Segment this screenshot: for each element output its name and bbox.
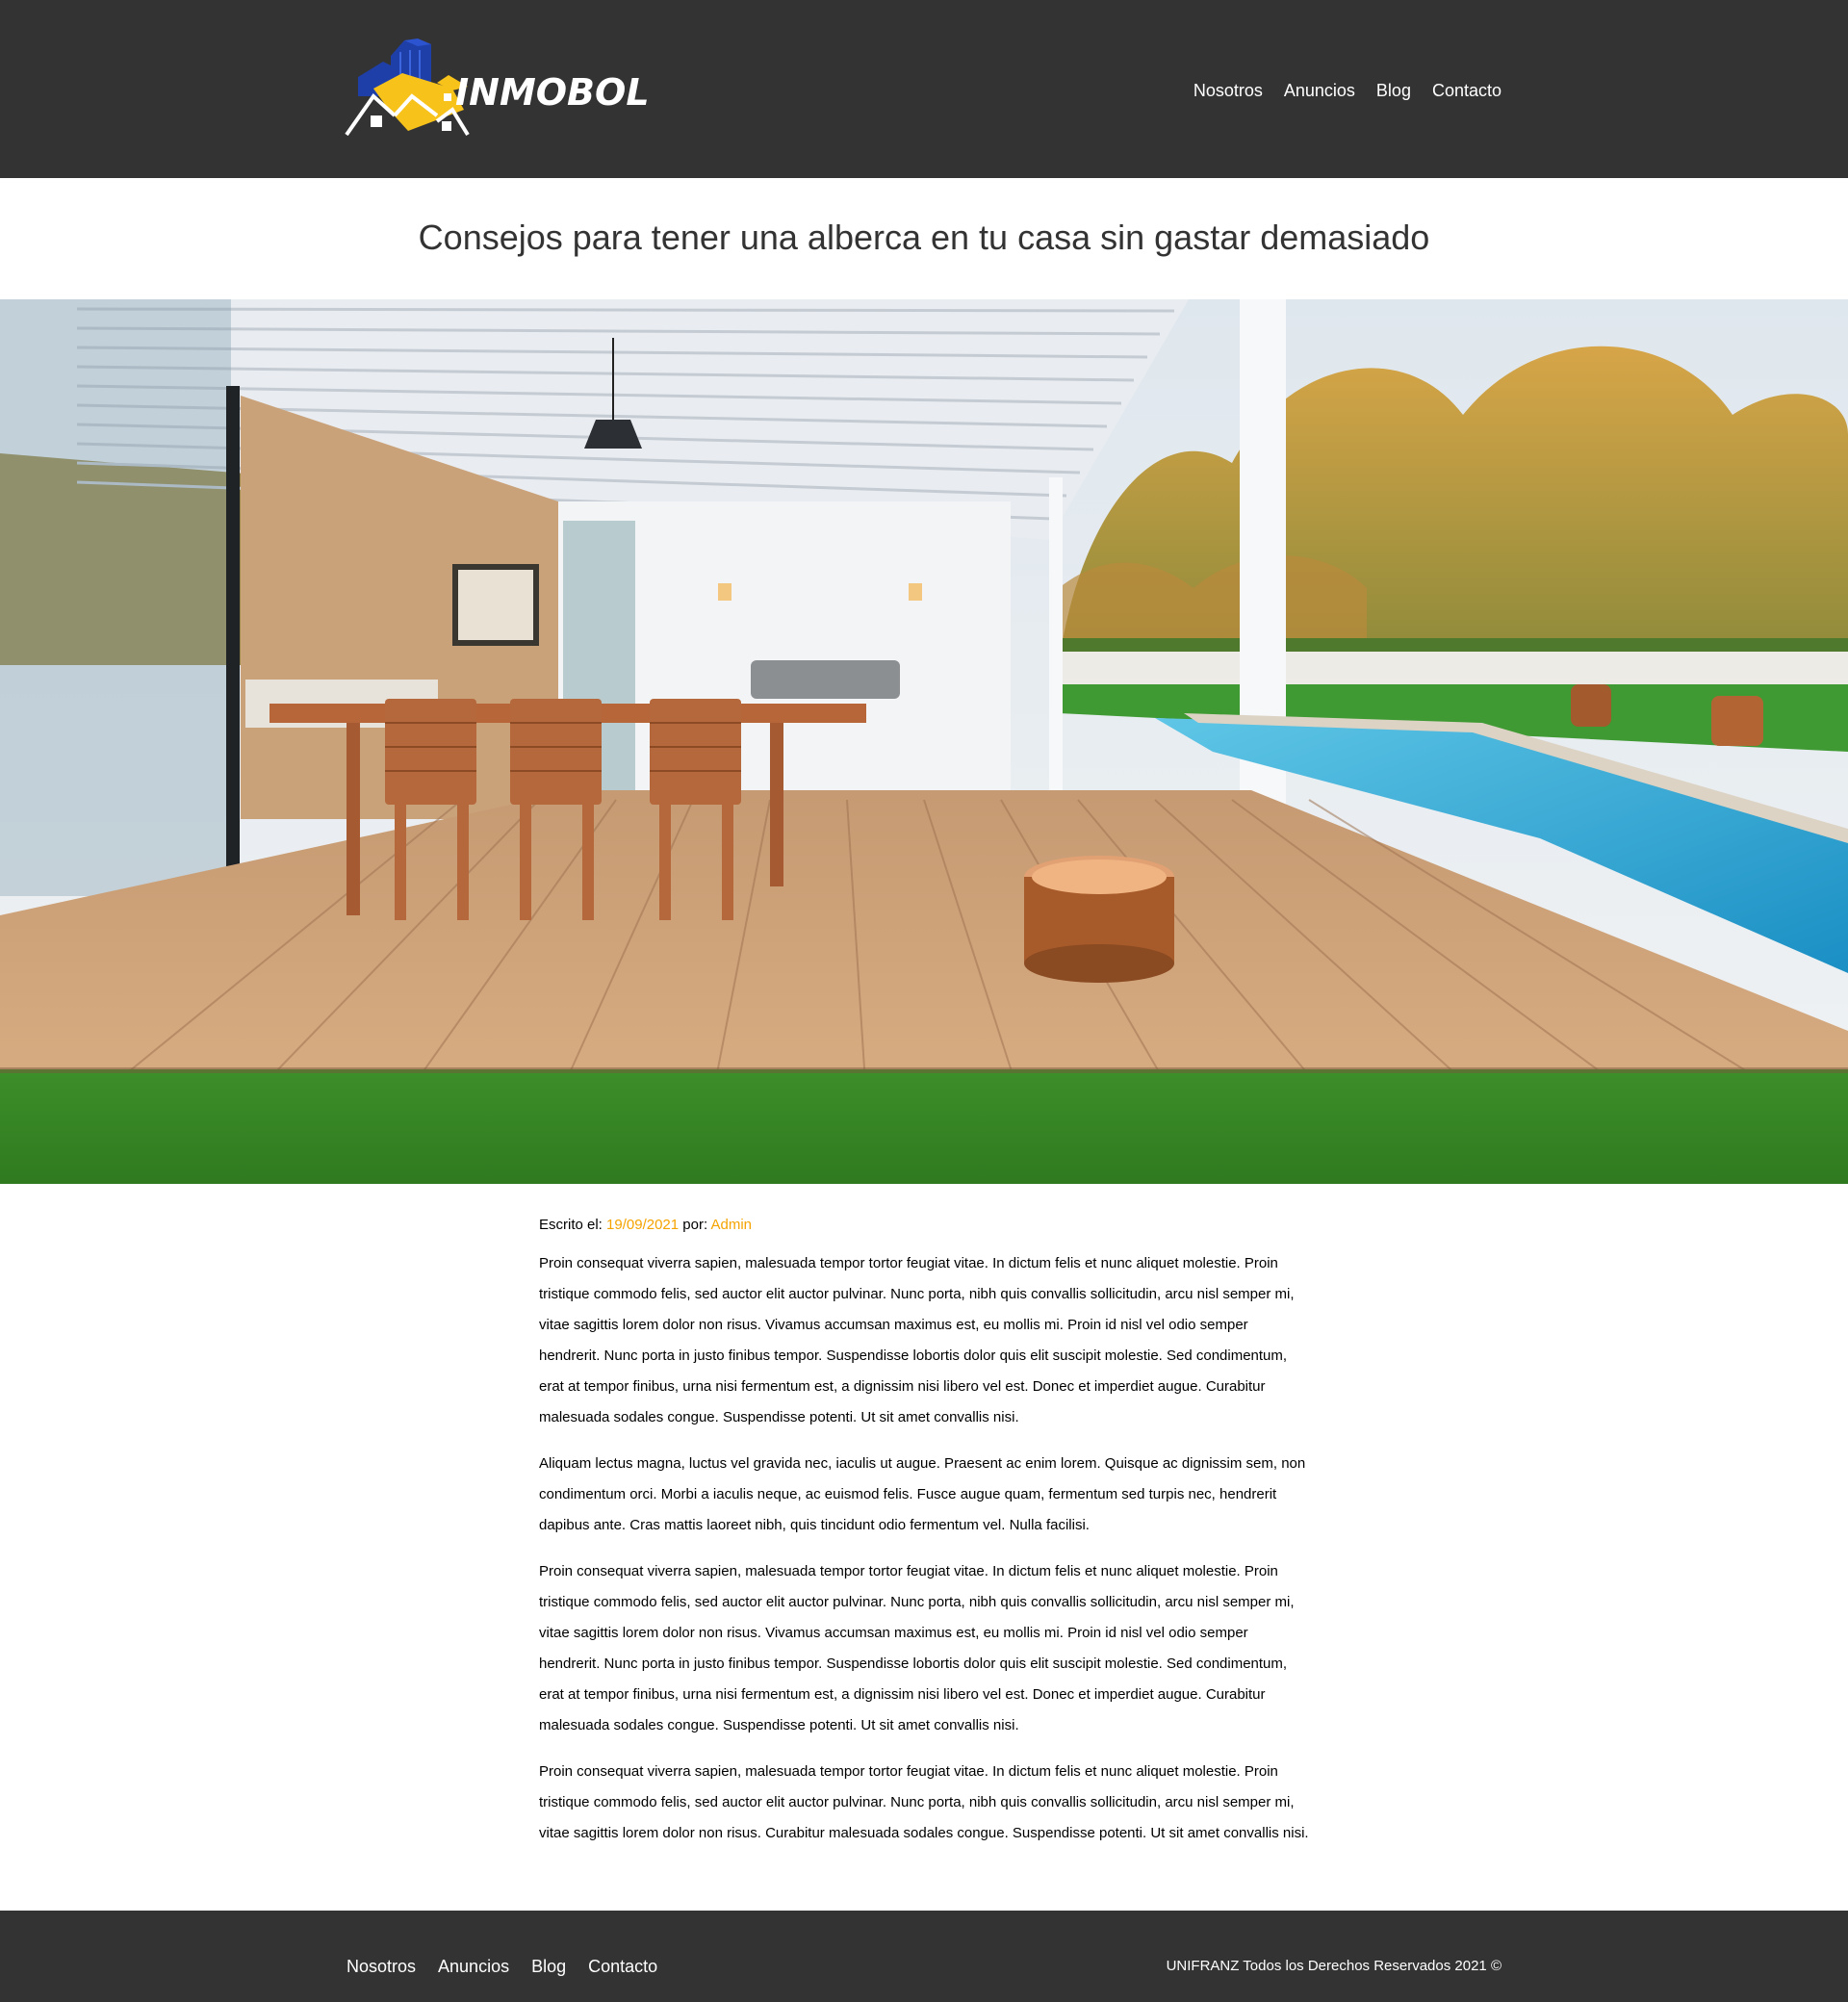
nav-link-nosotros[interactable]: Nosotros <box>1194 81 1263 101</box>
logo-text: INMOBOL <box>455 71 650 114</box>
footer-link-blog[interactable]: Blog <box>531 1957 566 1977</box>
article-paragraph: Proin consequat viverra sapien, malesuad… <box>539 1563 1295 1733</box>
site-logo[interactable]: INMOBOL <box>345 38 650 140</box>
article-title: Consejos para tener una alberca en tu ca… <box>418 218 1430 257</box>
meta-by-label: por: <box>682 1217 708 1233</box>
article-author-link[interactable]: Admin <box>710 1217 752 1233</box>
hero-image <box>0 299 1848 1184</box>
main-nav: Nosotros Anuncios Blog Contacto <box>1194 81 1502 101</box>
footer-nav: Nosotros Anuncios Blog Contacto <box>346 1957 657 1977</box>
article-meta: Escrito el: 19/09/2021 por: Admin <box>539 1217 1309 1233</box>
article-paragraph: Proin consequat viverra sapien, malesuad… <box>539 1763 1309 1841</box>
footer-link-contacto[interactable]: Contacto <box>588 1957 657 1977</box>
nav-link-contacto[interactable]: Contacto <box>1432 81 1502 101</box>
nav-link-blog[interactable]: Blog <box>1376 81 1411 101</box>
article-paragraph: Aliquam lectus magna, luctus vel gravida… <box>539 1455 1306 1533</box>
article-paragraph: Proin consequat viverra sapien, malesuad… <box>539 1255 1295 1425</box>
site-header: INMOBOL Nosotros Anuncios Blog Contacto <box>0 0 1848 178</box>
footer-link-anuncios[interactable]: Anuncios <box>438 1957 509 1977</box>
nav-link-anuncios[interactable]: Anuncios <box>1284 81 1355 101</box>
copyright-text: UNIFRANZ Todos los Derechos Reservados 2… <box>1166 1958 1502 1974</box>
hero-illustration <box>0 299 1848 1184</box>
meta-prefix: Escrito el: <box>539 1217 603 1233</box>
article-body: Escrito el: 19/09/2021 por: Admin Proin … <box>539 1217 1309 1849</box>
site-footer: Nosotros Anuncios Blog Contacto UNIFRANZ… <box>0 1911 1848 2002</box>
footer-link-nosotros[interactable]: Nosotros <box>346 1957 416 1977</box>
article-date-link[interactable]: 19/09/2021 <box>606 1217 679 1233</box>
